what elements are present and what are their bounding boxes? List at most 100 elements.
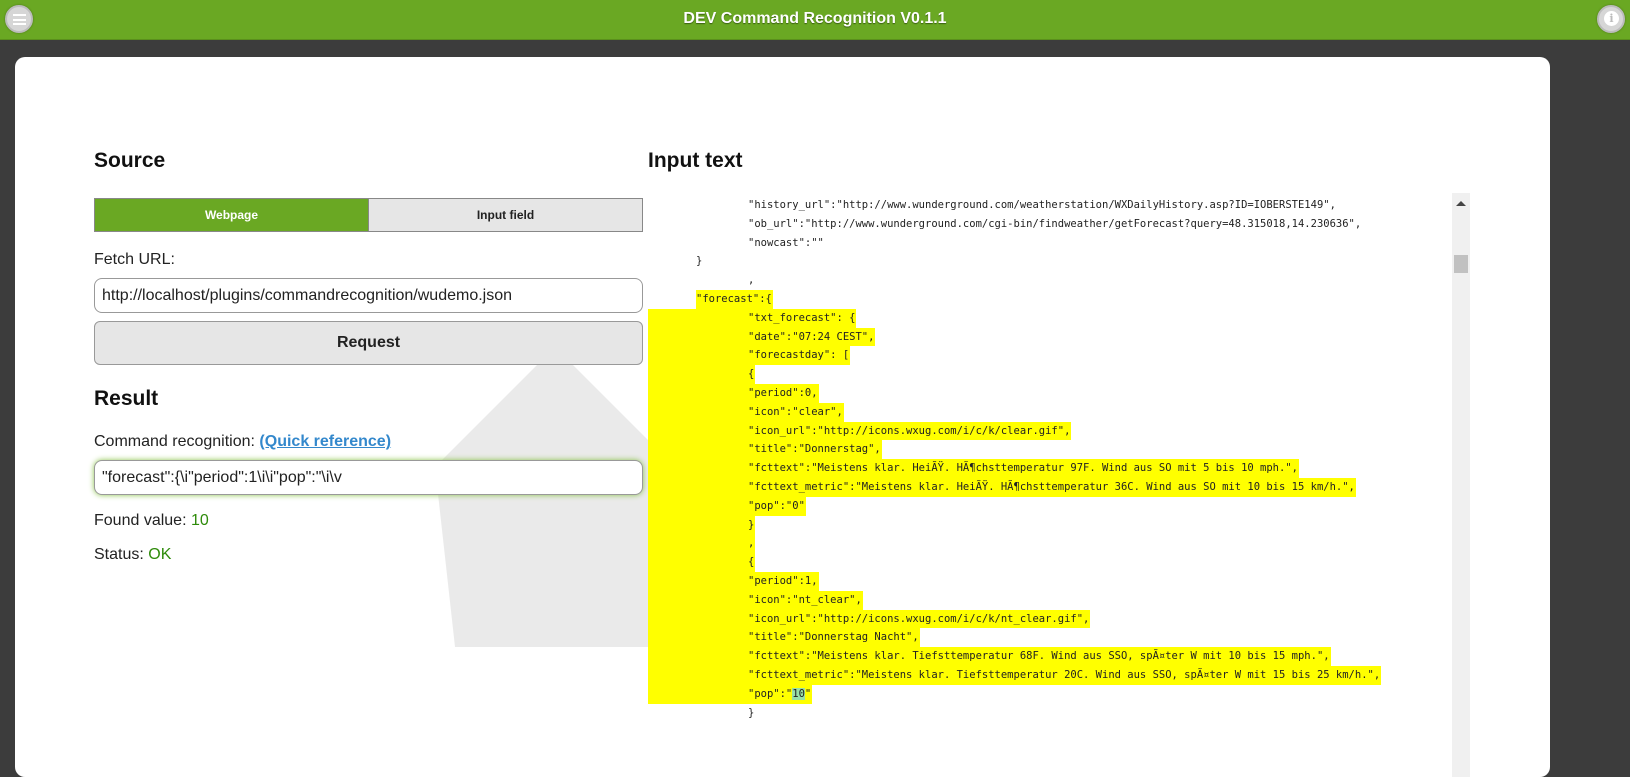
code-text: " [804, 687, 812, 700]
fetch-url-label: Fetch URL: [94, 251, 175, 268]
code-line-text: "txt_forecast": { [648, 308, 857, 328]
code-text: { [748, 368, 755, 381]
code-line: } [648, 515, 1452, 535]
code-line-text: "fcttext_metric":"Meistens klar. HeiÃŸ. … [648, 477, 1356, 497]
code-text: } [696, 255, 703, 268]
status-row: Status: OK [94, 546, 171, 564]
code-line-text: "icon":"clear", [648, 402, 844, 422]
code-text: "ob_url":"http://www.wunderground.com/cg… [748, 217, 1362, 230]
code-text: "date":"07:24 CEST", [748, 330, 875, 343]
code-line-text: "period":1, [648, 571, 819, 591]
code-line: "icon":"clear", [648, 402, 1452, 422]
code-line-text: "title":"Donnerstag Nacht", [648, 628, 920, 648]
source-heading: Source [94, 149, 166, 172]
input-text-heading: Input text [648, 149, 743, 172]
code-line: "fcttext":"Meistens klar. HeiÃŸ. HÃ¶chst… [648, 459, 1452, 478]
code-line: "forecastday": [ [648, 346, 1452, 366]
code-line: { [648, 553, 1452, 572]
command-recognition-label: Command recognition: (Quick reference) [94, 433, 391, 451]
code-text: "icon_url":"http://icons.wxug.com/i/c/k/… [748, 612, 1090, 625]
code-line: "pop":"0" [648, 496, 1452, 516]
code-line: "txt_forecast": { [648, 308, 1452, 328]
info-button[interactable]: i [1597, 5, 1625, 33]
found-value-label: Found value: [94, 512, 187, 529]
code-text: "pop":" [748, 687, 793, 700]
result-heading: Result [94, 387, 159, 410]
code-line: "fcttext_metric":"Meistens klar. Tiefstt… [648, 665, 1452, 685]
code-text: "nowcast":"" [748, 236, 824, 249]
code-text: "fcttext":"Meistens klar. HeiÃŸ. HÃ¶chst… [748, 462, 1298, 475]
tab-input-field[interactable]: Input field [368, 199, 642, 231]
code-line: "forecast":{ [648, 289, 1452, 309]
tab-webpage[interactable]: Webpage [95, 199, 368, 231]
code-line-text: "pop":"0" [648, 496, 806, 516]
request-button[interactable]: Request [94, 321, 643, 365]
code-line: "title":"Donnerstag Nacht", [648, 628, 1452, 648]
scrollbar-thumb[interactable] [1454, 255, 1468, 273]
code-line-text: "pop":"10" [648, 684, 813, 704]
fetch-url-input[interactable]: http://localhost/plugins/commandrecognit… [94, 278, 643, 313]
code-line-text: "icon":"nt_clear", [648, 590, 863, 610]
found-value-row: Found value: 10 [94, 512, 209, 530]
quick-reference-link[interactable]: (Quick reference) [259, 433, 391, 450]
command-input[interactable]: "forecast":{\i"period":1\i\i"pop":"\i\v [94, 460, 643, 495]
code-text: "fcttext_metric":"Meistens klar. HeiÃŸ. … [748, 480, 1355, 493]
code-text: , [748, 537, 755, 550]
code-line-text: } [648, 515, 756, 535]
code-line-text: "icon_url":"http://icons.wxug.com/i/c/k/… [648, 421, 1072, 441]
code-line: , [648, 271, 1452, 290]
command-label-text: Command recognition: [94, 433, 255, 450]
code-line-text: "forecastday": [ [648, 346, 851, 366]
code-text: , [748, 274, 755, 287]
code-line: "title":"Donnerstag", [648, 440, 1452, 460]
code-text: "period":0, [748, 386, 818, 399]
code-line: "fcttext":"Meistens klar. Tiefsttemperat… [648, 647, 1452, 666]
scroll-up-arrow-icon[interactable] [1456, 201, 1466, 206]
code-line-text: "ob_url":"http://www.wunderground.com/cg… [748, 215, 1362, 234]
app-header: DEV Command Recognition V0.1.1 i [0, 0, 1630, 40]
code-line-text: } [696, 252, 703, 271]
code-line: } [648, 704, 1452, 723]
code-text: "title":"Donnerstag Nacht", [748, 631, 919, 644]
code-line: "nowcast":"" [648, 234, 1452, 253]
code-line-text: { [648, 365, 756, 384]
main-panel: Source Webpage Input field Fetch URL: ht… [15, 57, 1550, 777]
source-tabs: Webpage Input field [94, 198, 643, 232]
code-text: { [748, 556, 755, 569]
code-line-text: "icon_url":"http://icons.wxug.com/i/c/k/… [648, 609, 1091, 629]
code-text: "icon":"nt_clear", [748, 593, 862, 606]
code-text: "pop":"0" [748, 499, 805, 512]
code-line-text: "forecast":{ [696, 289, 773, 309]
code-line: , [648, 534, 1452, 554]
code-line: "ob_url":"http://www.wunderground.com/cg… [648, 215, 1452, 234]
code-line: "icon":"nt_clear", [648, 590, 1452, 610]
input-text-area[interactable]: "history_url":"http://www.wunderground.c… [648, 193, 1452, 777]
code-line: "date":"07:24 CEST", [648, 327, 1452, 347]
code-line-text: } [748, 704, 755, 723]
code-text: "fcttext_metric":"Meistens klar. Tiefstt… [748, 668, 1381, 681]
code-text: "fcttext":"Meistens klar. Tiefsttemperat… [748, 650, 1330, 663]
code-line: "period":0, [648, 383, 1452, 403]
found-value: 10 [190, 512, 209, 529]
code-line-text: "period":0, [648, 383, 819, 403]
code-line-text: "date":"07:24 CEST", [648, 327, 876, 347]
info-icon: i [1604, 11, 1619, 26]
input-text-scrollbar[interactable] [1452, 193, 1470, 777]
code-text: } [748, 706, 755, 719]
app-title: DEV Command Recognition V0.1.1 [683, 10, 947, 27]
code-text: "forecast":{ [696, 292, 772, 305]
code-line-text: , [648, 534, 756, 554]
code-text: "txt_forecast": { [748, 311, 856, 324]
code-line-text: "fcttext":"Meistens klar. HeiÃŸ. HÃ¶chst… [648, 459, 1299, 478]
matched-value: 10 [792, 687, 805, 700]
code-line-text: { [648, 553, 756, 572]
code-line: { [648, 365, 1452, 384]
code-text: "forecastday": [ [748, 349, 850, 362]
code-line-text: , [748, 271, 755, 290]
code-line: "history_url":"http://www.wunderground.c… [648, 196, 1452, 215]
code-text: "period":1, [748, 574, 818, 587]
code-text: "title":"Donnerstag", [748, 443, 881, 456]
code-line: "fcttext_metric":"Meistens klar. HeiÃŸ. … [648, 477, 1452, 497]
code-text: "icon_url":"http://icons.wxug.com/i/c/k/… [748, 424, 1071, 437]
code-text: "icon":"clear", [748, 405, 843, 418]
